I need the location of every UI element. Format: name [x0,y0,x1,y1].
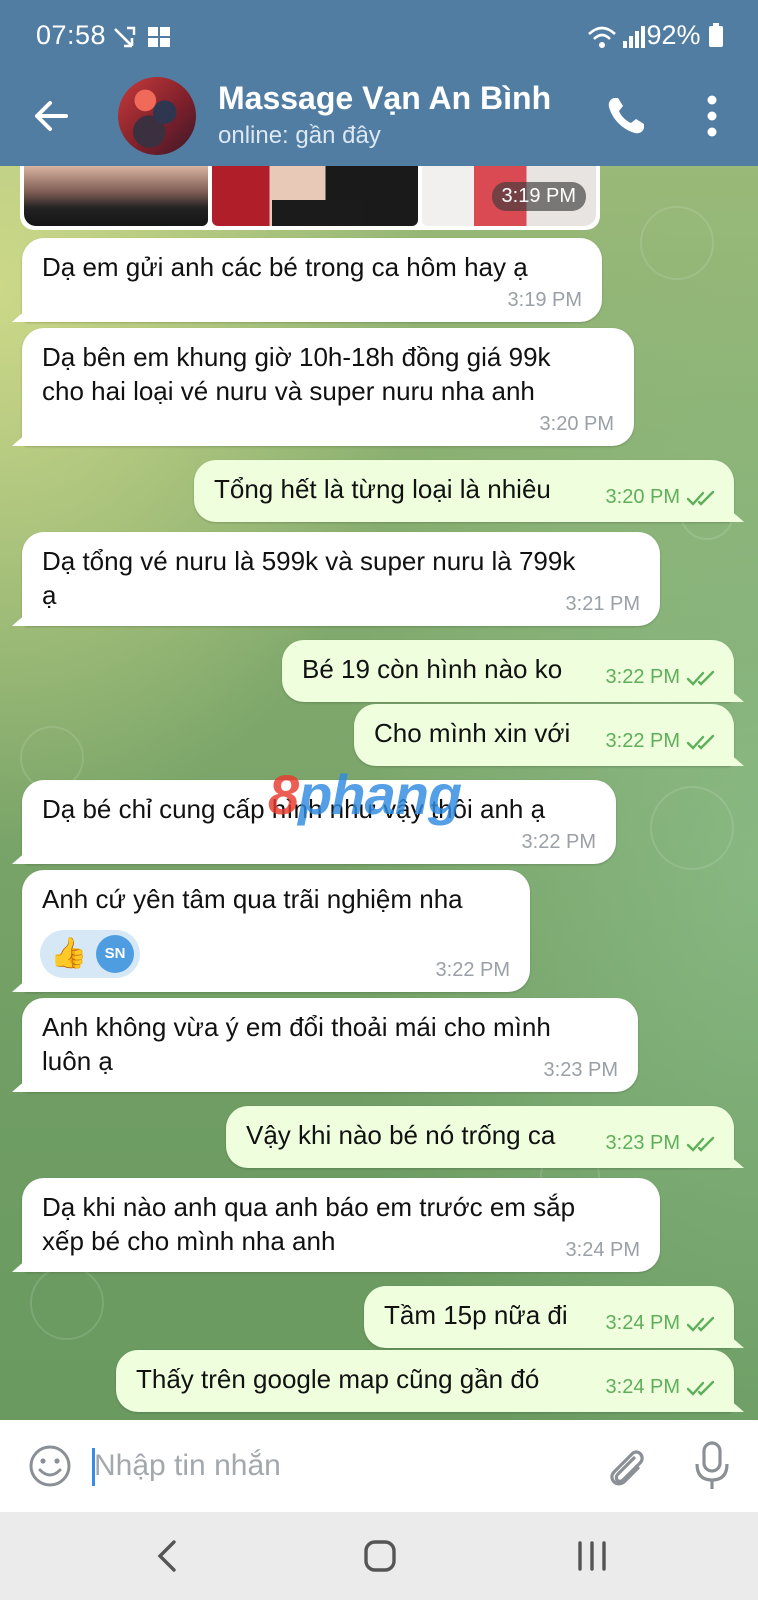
gallery-icon [148,27,170,47]
signal-icon [623,26,645,48]
message-text: Dạ khi nào anh qua anh báo em trước em s… [42,1192,576,1256]
message-time: 3:22 PM [435,959,510,981]
message-text: Dạ em gửi anh các bé trong ca hôm hay ạ [42,252,528,282]
chat-status: online: gần đây [218,122,381,149]
message-text: Dạ bé chỉ cung cấp hình như vậy thôi anh… [42,794,546,824]
message-time: 3:22 PM [605,666,680,688]
contact-avatar[interactable] [118,77,196,155]
chat-title[interactable]: Massage Vạn An Bình [218,80,551,117]
message-time: 3:23 PM [543,1059,618,1081]
message-time: 3:22 PM [521,831,596,853]
message-reaction[interactable]: 👍 SN [40,930,140,978]
emoji-icon[interactable] [28,1444,72,1488]
message-text: Tầm 15p nữa đi [384,1300,568,1330]
message-time: 3:21 PM [565,593,640,615]
incoming-message[interactable]: Anh cứ yên tâm qua trãi nghiệm nha 👍 SN … [22,870,530,992]
back-arrow-icon[interactable] [30,94,74,138]
outgoing-message[interactable]: Tổng hết là từng loại là nhiêu 3:20 PM [194,460,734,522]
nav-recents-icon[interactable] [572,1534,612,1578]
message-text: Tổng hết là từng loại là nhiêu [214,474,551,504]
outgoing-message[interactable]: Thấy trên google map cũng gần đó 3:24 PM [116,1350,734,1412]
incoming-message[interactable]: Dạ tổng vé nuru là 599k và super nuru là… [22,532,660,626]
incoming-message[interactable]: Dạ khi nào anh qua anh báo em trước em s… [22,1178,660,1272]
message-time: 3:19 PM [491,182,586,211]
wifi-icon [588,26,616,48]
message-text: Anh cứ yên tâm qua trãi nghiệm nha [42,884,463,914]
missed-call-icon [114,26,136,48]
message-text: Thấy trên google map cũng gần đó [136,1364,540,1394]
message-text: Dạ tổng vé nuru là 599k và super nuru là… [42,546,576,610]
read-ticks-icon [686,670,715,686]
battery-indicator: 92% [646,20,724,51]
status-bar: 07:58 92% [0,0,758,74]
paperclip-icon[interactable] [604,1442,648,1490]
read-ticks-icon [686,1316,715,1332]
message-time: 3:24 PM [605,1312,680,1334]
message-time: 3:23 PM [605,1132,680,1154]
battery-icon [709,23,723,47]
message-text: Anh không vừa ý em đổi thoải mái cho mìn… [42,1012,551,1076]
system-nav-bar [0,1512,758,1600]
photo-thumbnail[interactable] [24,166,208,226]
outgoing-message[interactable]: Bé 19 còn hình nào ko 3:22 PM [282,640,734,702]
read-ticks-icon [686,1136,715,1152]
text-cursor [92,1448,95,1486]
message-text: Bé 19 còn hình nào ko [302,654,563,684]
incoming-message[interactable]: Dạ bé chỉ cung cấp hình như vậy thôi anh… [22,780,616,864]
chat-header: 07:58 92% Massage Vạn An Bình online: gầ… [0,0,758,166]
incoming-message[interactable]: Dạ em gửi anh các bé trong ca hôm hay ạ … [22,238,602,322]
message-time: 3:24 PM [565,1239,640,1261]
photo-album-message[interactable]: 3:19 PM [20,166,600,230]
outgoing-message[interactable]: Vậy khi nào bé nó trống ca 3:23 PM [226,1106,734,1168]
photo-detail [272,200,362,226]
message-time: 3:20 PM [605,486,680,508]
reactor-avatar: SN [96,935,134,973]
nav-back-icon[interactable] [150,1534,184,1578]
message-time: 3:22 PM [605,730,680,752]
outgoing-message[interactable]: Cho mình xin với 3:22 PM [354,704,734,766]
message-time: 3:20 PM [539,413,614,435]
message-text: Vậy khi nào bé nó trống ca [246,1120,556,1150]
message-composer [0,1420,758,1512]
more-vertical-icon[interactable] [700,92,724,140]
message-text: Cho mình xin với [374,718,571,748]
nav-home-icon[interactable] [360,1534,400,1578]
read-ticks-icon [686,490,715,506]
battery-percent: 92% [646,20,701,50]
message-text: Dạ bên em khung giờ 10h-18h đồng giá 99k… [42,342,551,406]
read-ticks-icon [686,1380,715,1396]
message-time: 3:24 PM [605,1376,680,1398]
message-input[interactable] [90,1440,584,1492]
phone-icon[interactable] [604,94,648,138]
message-time: 3:19 PM [507,289,582,311]
incoming-message[interactable]: Anh không vừa ý em đổi thoải mái cho mìn… [22,998,638,1092]
status-time: 07:58 [36,20,107,50]
microphone-icon[interactable] [692,1440,732,1492]
read-ticks-icon [686,734,715,750]
outgoing-message[interactable]: Tầm 15p nữa đi 3:24 PM [364,1286,734,1348]
incoming-message[interactable]: Dạ bên em khung giờ 10h-18h đồng giá 99k… [22,328,634,446]
thumbs-up-icon: 👍 [50,937,88,970]
